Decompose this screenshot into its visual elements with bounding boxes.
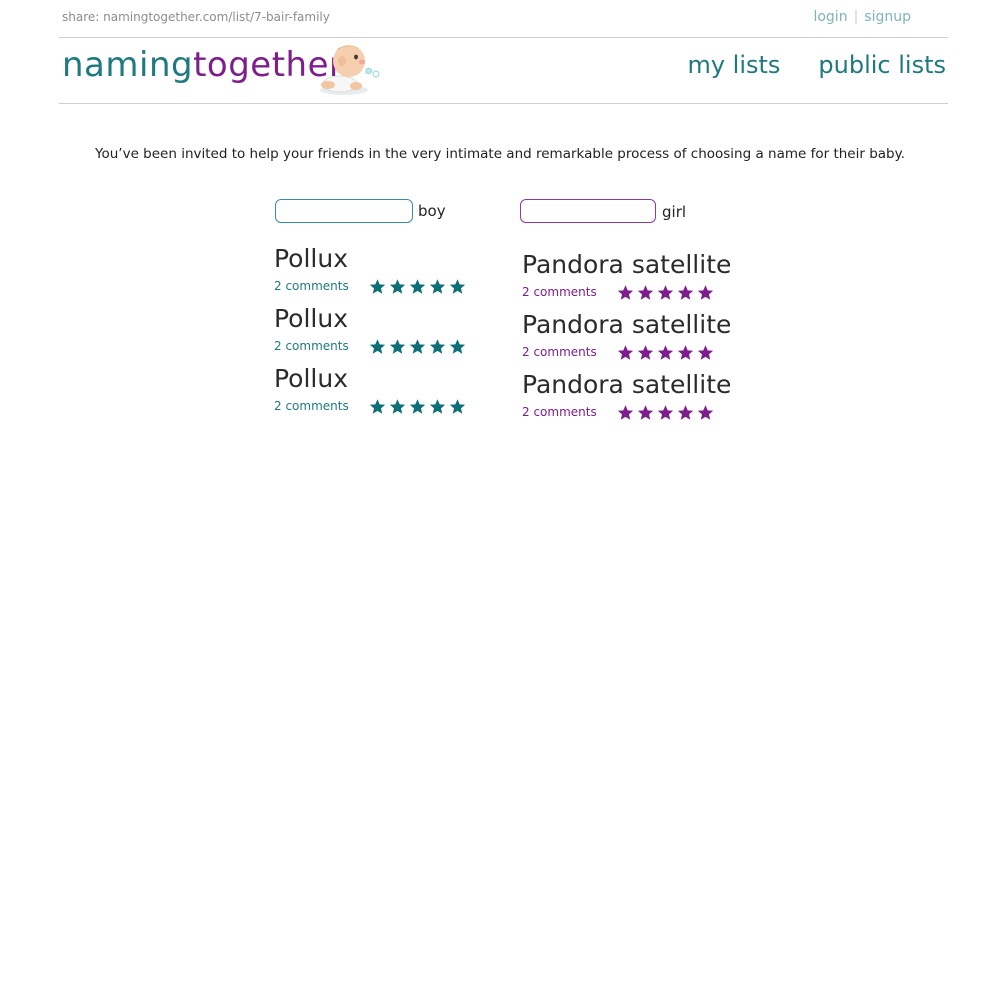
comments-link[interactable]: 2 comments (274, 399, 349, 413)
star-icon[interactable] (657, 404, 674, 421)
star-icon[interactable] (429, 278, 446, 295)
star-icon[interactable] (697, 404, 714, 421)
name-title[interactable]: Pandora satellite (522, 310, 731, 339)
star-rating (369, 338, 466, 355)
auth-separator: | (853, 9, 859, 25)
star-icon[interactable] (389, 278, 406, 295)
boy-name-entry: Pollux 2 comments (274, 304, 494, 364)
star-rating (369, 398, 466, 415)
logo-naming: naming (62, 45, 194, 85)
star-rating (369, 278, 466, 295)
comments-link[interactable]: 2 comments (522, 405, 597, 419)
star-rating (617, 344, 714, 361)
site-logo[interactable]: namingtogether (62, 45, 344, 85)
star-icon[interactable] (449, 278, 466, 295)
girl-name-entry: Pandora satellite 2 comments (522, 310, 742, 370)
star-icon[interactable] (409, 278, 426, 295)
nav-public-lists[interactable]: public lists (818, 51, 946, 79)
star-icon[interactable] (637, 284, 654, 301)
signup-link[interactable]: signup (864, 9, 911, 25)
login-link[interactable]: login (813, 9, 847, 25)
comments-link[interactable]: 2 comments (522, 345, 597, 359)
auth-links: login | signup (813, 9, 911, 25)
name-title[interactable]: Pollux (274, 244, 348, 273)
share-link-text: share: namingtogether.com/list/7-bair-fa… (62, 10, 330, 24)
star-icon[interactable] (409, 338, 426, 355)
name-title[interactable]: Pandora satellite (522, 370, 731, 399)
name-title[interactable]: Pollux (274, 304, 348, 333)
star-icon[interactable] (677, 404, 694, 421)
star-icon[interactable] (449, 338, 466, 355)
boy-name-list: Pollux 2 comments Pollux 2 comments Pollux 2 … (274, 244, 494, 424)
star-icon[interactable] (429, 398, 446, 415)
boy-name-input[interactable] (275, 199, 413, 223)
girl-label: girl (662, 203, 687, 221)
star-icon[interactable] (369, 338, 386, 355)
star-icon[interactable] (617, 344, 634, 361)
star-icon[interactable] (369, 278, 386, 295)
star-icon[interactable] (677, 344, 694, 361)
page: share: namingtogether.com/list/7-bair-fa… (0, 0, 1000, 1000)
star-icon[interactable] (389, 398, 406, 415)
star-rating (617, 404, 714, 421)
baby-mascot-icon (320, 45, 380, 95)
star-icon[interactable] (429, 338, 446, 355)
star-icon[interactable] (677, 284, 694, 301)
star-icon[interactable] (409, 398, 426, 415)
star-icon[interactable] (389, 338, 406, 355)
comments-link[interactable]: 2 comments (274, 279, 349, 293)
star-icon[interactable] (697, 344, 714, 361)
girl-name-input[interactable] (520, 199, 656, 223)
star-icon[interactable] (449, 398, 466, 415)
star-icon[interactable] (637, 344, 654, 361)
girl-name-entry: Pandora satellite 2 comments (522, 370, 742, 430)
invitation-text: You’ve been invited to help your friends… (95, 146, 905, 162)
site-header: namingtogether my lists public lists (59, 38, 948, 104)
comments-link[interactable]: 2 comments (522, 285, 597, 299)
star-icon[interactable] (617, 404, 634, 421)
comments-link[interactable]: 2 comments (274, 339, 349, 353)
nav-my-lists[interactable]: my lists (687, 51, 780, 79)
name-title[interactable]: Pandora satellite (522, 250, 731, 279)
star-icon[interactable] (637, 404, 654, 421)
star-rating (617, 284, 714, 301)
boy-label: boy (418, 202, 446, 220)
name-title[interactable]: Pollux (274, 364, 348, 393)
girl-name-entry: Pandora satellite 2 comments (522, 250, 742, 310)
main-nav: my lists public lists (649, 51, 946, 79)
top-bar: share: namingtogether.com/list/7-bair-fa… (59, 0, 948, 38)
star-icon[interactable] (657, 284, 674, 301)
star-icon[interactable] (657, 344, 674, 361)
star-icon[interactable] (697, 284, 714, 301)
girl-name-list: Pandora satellite 2 comments Pandora satel… (522, 250, 742, 430)
star-icon[interactable] (617, 284, 634, 301)
boy-name-entry: Pollux 2 comments (274, 364, 494, 424)
star-icon[interactable] (369, 398, 386, 415)
boy-name-entry: Pollux 2 comments (274, 244, 494, 304)
